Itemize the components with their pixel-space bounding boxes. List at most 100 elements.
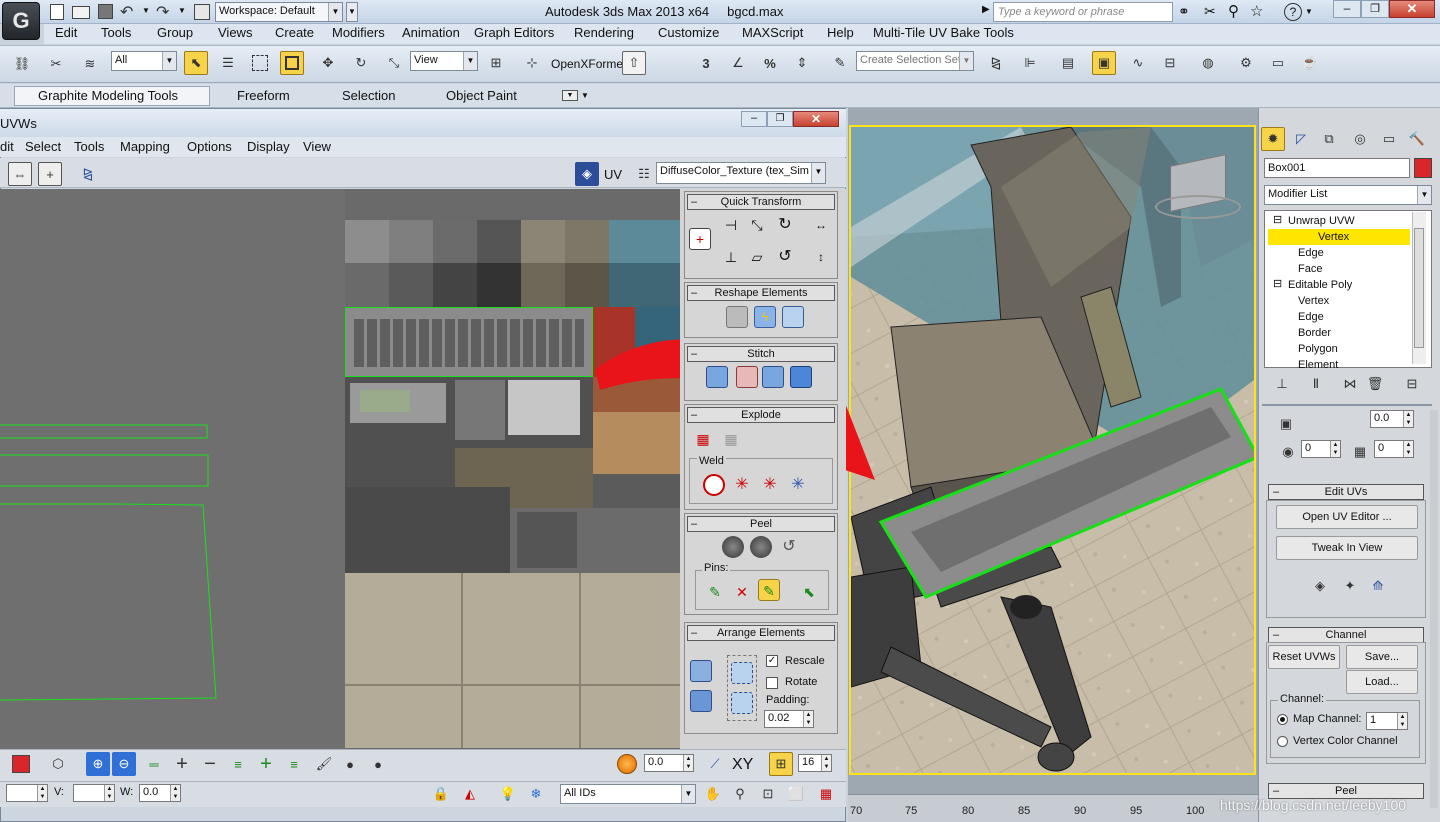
stitch-source-icon[interactable] — [736, 366, 758, 388]
undo-icon[interactable]: ↶ — [120, 2, 133, 22]
keyboard-shortcut-icon[interactable]: ⇧ — [622, 51, 646, 75]
uv-paint-select-icon[interactable]: 🖌 — [312, 752, 336, 776]
keyword-search-input[interactable]: Type a keyword or phrase — [993, 2, 1173, 22]
perspective-viewport[interactable] — [849, 125, 1256, 775]
uv-grow-ring-icon[interactable]: + — [254, 752, 278, 776]
graphite-toggle-icon[interactable]: ▣ — [1092, 51, 1116, 75]
load-button[interactable]: Load... — [1346, 670, 1418, 694]
checker-grid-icon[interactable]: ▦ — [814, 782, 838, 806]
uv-maximize-button[interactable]: ❐ — [767, 111, 793, 127]
angle-snap-icon[interactable]: ∠ — [726, 51, 750, 75]
spinner-snap-icon[interactable]: ⇕ — [790, 51, 814, 75]
render-setup-icon[interactable]: ⚙ — [1234, 51, 1258, 75]
straighten-selection-icon[interactable] — [726, 306, 748, 328]
spinner-b[interactable]: 0 ▲ ▼ — [1374, 440, 1414, 458]
search-arrow-icon[interactable]: ▶ — [982, 4, 990, 15]
pivot-set-icon[interactable]: + — [689, 228, 711, 250]
rotate-icon[interactable]: ↻ — [349, 51, 373, 75]
rotate-checkbox[interactable] — [766, 677, 778, 689]
map-channel-spinner[interactable]: 1 ▲ ▼ — [1366, 712, 1408, 730]
padding-spinner[interactable]: 0.02 ▲ ▼ — [764, 710, 814, 728]
u-spinner[interactable]: ▲ ▼ — [6, 784, 48, 802]
pack-together-icon[interactable] — [731, 662, 753, 684]
uv-close-button[interactable]: ✕ — [793, 111, 839, 127]
save-file-icon[interactable] — [98, 4, 113, 19]
stack-item-vertex[interactable]: Vertex — [1268, 229, 1410, 245]
uv-box-icon[interactable]: ⬡ — [46, 752, 70, 776]
rendered-frame-icon[interactable]: ▭ — [1266, 51, 1290, 75]
zoom-region-icon[interactable]: ⊡ — [756, 782, 780, 806]
auto-pin-icon[interactable]: ✎ — [758, 579, 780, 601]
grid-spinner[interactable]: 16 ▲ ▼ — [798, 754, 832, 772]
close-button[interactable]: ✕ — [1389, 0, 1435, 18]
menu-item-rendering[interactable]: Rendering — [574, 25, 634, 40]
material-editor-icon[interactable]: ◍ — [1196, 51, 1220, 75]
schematic-view-icon[interactable]: ⊟ — [1158, 51, 1182, 75]
lock-icon[interactable]: 🔒 — [429, 782, 453, 806]
magnifier-icon[interactable]: ⚲ — [1228, 2, 1239, 20]
show-end-result-icon[interactable]: Ⅱ — [1304, 372, 1328, 396]
arrange-title[interactable]: – Arrange Elements — [687, 625, 835, 641]
scale-icon[interactable]: ⤡ — [382, 51, 406, 75]
hierarchy-tab-icon[interactable]: ⧉ — [1317, 127, 1341, 151]
ribbon-tab-selection[interactable]: Selection — [342, 88, 395, 103]
weld-selected-icon[interactable]: ✳ — [731, 474, 753, 496]
grid-select-icon[interactable]: ▦ — [1348, 440, 1372, 464]
freeze-icon[interactable]: ❄ — [524, 782, 548, 806]
weld-all-icon[interactable]: ✳ — [787, 474, 809, 496]
layer-manager-icon[interactable]: ▤ — [1056, 51, 1080, 75]
new-file-icon[interactable] — [50, 4, 64, 20]
viewcube-ring[interactable] — [1155, 195, 1241, 219]
unlink-icon[interactable]: ✂ — [44, 52, 68, 76]
maximize-button[interactable]: ❐ — [1361, 0, 1389, 18]
uv-paint-grow-icon[interactable]: ● — [338, 752, 362, 776]
align-vertical-icon[interactable]: ⊥ — [720, 246, 742, 268]
map-channel-radio[interactable] — [1277, 714, 1288, 725]
relax-options-icon[interactable] — [782, 306, 804, 328]
select-link-icon[interactable]: ⛓ — [10, 52, 34, 76]
uv-menu-item-view[interactable]: View — [303, 139, 331, 154]
xy-label[interactable]: XY — [732, 756, 753, 774]
app-logo-icon[interactable]: G — [2, 2, 40, 40]
uv-minimize-button[interactable]: – — [741, 111, 767, 127]
panel-scroll-track[interactable] — [1430, 410, 1438, 808]
align-diagonal-icon[interactable]: ⤡ — [746, 214, 768, 236]
collapse-unwrap-icon[interactable]: ⊟ — [1273, 213, 1282, 226]
redo-icon[interactable]: ↷ — [156, 2, 169, 22]
uv-menu-item-tools[interactable]: Tools — [74, 139, 104, 154]
project-folder-icon[interactable] — [194, 4, 210, 20]
quick-map-icon[interactable]: ✦ — [1338, 574, 1362, 598]
explode-title[interactable]: – Explode — [687, 407, 835, 423]
remove-modifier-icon[interactable]: 🗑 — [1363, 372, 1387, 396]
pan-hand-icon[interactable]: ✋ — [701, 782, 725, 806]
id-filter-dropdown[interactable]: All IDs ▼ — [560, 784, 696, 804]
falloff-spinner[interactable]: 0.0 ▲ ▼ — [644, 754, 694, 772]
zoom-extents-icon[interactable]: ⬜ — [784, 782, 808, 806]
help-icon[interactable]: ? — [1284, 3, 1302, 21]
menu-item-edit[interactable]: Edit — [55, 25, 77, 40]
stack-item-edge[interactable]: Edge — [1278, 245, 1324, 261]
modifier-list-dropdown[interactable]: Modifier List ▼ — [1264, 185, 1432, 205]
select-object-icon[interactable]: ⬉ — [184, 51, 208, 75]
quick-planar-icon[interactable]: ◈ — [1308, 574, 1332, 598]
select-by-name-icon[interactable]: ☰ — [216, 51, 240, 75]
create-tab-icon[interactable]: ✹ — [1261, 127, 1285, 151]
modify-tab-icon[interactable]: ◸ — [1289, 127, 1313, 151]
selection-mode-icon[interactable]: ▣ — [1274, 412, 1298, 436]
open-file-icon[interactable] — [72, 6, 90, 19]
uv-menu-item-options[interactable]: Options — [187, 139, 232, 154]
uv-menu-item-select[interactable]: Select — [25, 139, 61, 154]
display-tab-icon[interactable]: ▭ — [1377, 127, 1401, 151]
stack-item-border[interactable]: Border — [1278, 325, 1331, 341]
pin-icon[interactable]: ✎ — [704, 581, 726, 603]
stack-item-face[interactable]: Face — [1278, 261, 1322, 277]
uv-red-swatch[interactable] — [12, 755, 30, 773]
openxformer-label[interactable]: OpenXFormer — [551, 57, 627, 71]
stitch-average-icon[interactable] — [762, 366, 784, 388]
render-teapot-icon[interactable]: ☕ — [1298, 51, 1322, 75]
menu-item-help[interactable]: Help — [827, 25, 854, 40]
ribbon-options-dropdown-icon[interactable]: ▼ — [581, 91, 589, 100]
ribbon-tab-freeform[interactable]: Freeform — [237, 88, 290, 103]
rotate-plus-icon[interactable]: ↻ — [774, 214, 796, 236]
detach-icon[interactable]: ▦ — [720, 428, 742, 450]
